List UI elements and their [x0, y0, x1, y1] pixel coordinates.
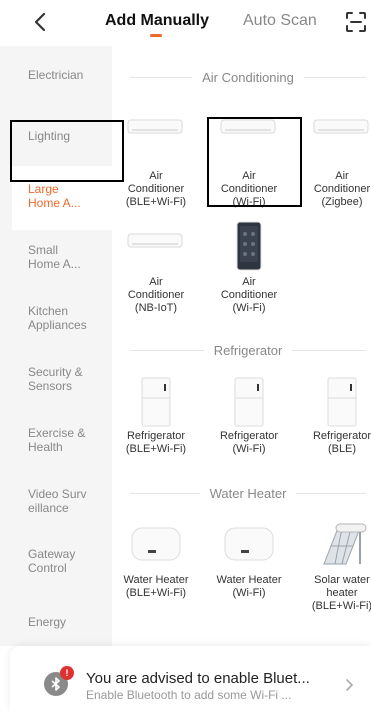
active-tab-indicator [150, 34, 162, 37]
device-refrigerator-ble-wifi[interactable]: Refrigerator (BLE+Wi-Fi) [112, 376, 200, 456]
air-conditioner-icon [112, 116, 200, 168]
sidebar-item-video-surveillance[interactable]: Video Surv eillance [28, 487, 112, 515]
chevron-left-icon [34, 12, 46, 32]
sidebar-item-large-home-appliances[interactable]: Large Home A... [28, 182, 112, 210]
selected-device-outline [207, 117, 302, 207]
device-label: Water Heater (BLE+Wi-Fi) [123, 574, 189, 599]
solar-water-heater-icon [298, 520, 371, 572]
device-water-heater-ble-wifi[interactable]: Water Heater (BLE+Wi-Fi) [112, 520, 200, 600]
device-air-conditioner-zigbee[interactable]: Air Conditioner (Zigbee) [298, 116, 371, 209]
section-header-water-heater: Water Heater [130, 485, 367, 501]
device-refrigerator-wifi[interactable]: Refrigerator (Wi-Fi) [205, 376, 293, 456]
water-heater-icon [112, 520, 200, 572]
sidebar-item-kitchen-appliances[interactable]: Kitchen Appliances [28, 304, 112, 332]
alert-badge: ! [60, 666, 74, 680]
device-label: Refrigerator (BLE+Wi-Fi) [125, 430, 187, 455]
chevron-right-icon [344, 678, 354, 691]
device-label: Water Heater (Wi-Fi) [216, 574, 282, 599]
banner-subtitle: Enable Bluetooth to add some Wi-Fi ... [86, 688, 292, 702]
banner-title: You are advised to enable Bluet... [86, 670, 310, 687]
sidebar-item-small-home-appliances[interactable]: Small Home A... [28, 243, 112, 271]
tab-auto-scan[interactable]: Auto Scan [243, 12, 317, 30]
divider [292, 349, 367, 351]
divider [130, 349, 204, 351]
back-button[interactable] [28, 8, 52, 36]
top-bar: Add Manually Auto Scan [0, 0, 371, 46]
device-air-conditioner-wifi-panel[interactable]: Air Conditioner (Wi-Fi) [205, 220, 293, 315]
device-label: Refrigerator (Wi-Fi) [219, 430, 279, 455]
water-heater-icon [205, 520, 293, 572]
section-title: Refrigerator [213, 342, 283, 358]
divider [296, 492, 367, 494]
device-label: Refrigerator (BLE) [312, 430, 371, 455]
air-conditioner-icon [298, 116, 371, 168]
device-solar-water-heater-ble-wifi[interactable]: Solar water heater (BLE+Wi-Fi) [298, 520, 371, 613]
device-label: Air Conditioner (Zigbee) [313, 170, 371, 208]
divider [303, 76, 366, 78]
sidebar-item-security-sensors[interactable]: Security & Sensors [28, 365, 112, 393]
sidebar-item-electrician[interactable]: Electrician [28, 68, 112, 82]
device-refrigerator-ble[interactable]: Refrigerator (BLE) [298, 376, 371, 456]
sidebar-item-energy[interactable]: Energy [28, 615, 112, 629]
section-header-air-conditioning: Air Conditioning [130, 69, 366, 85]
refrigerator-icon [112, 376, 200, 428]
scan-icon [346, 12, 366, 32]
selected-category-outline [10, 120, 124, 182]
device-label: Solar water heater (BLE+Wi-Fi) [311, 574, 371, 612]
ac-remote-panel-icon [205, 220, 293, 274]
device-water-heater-wifi[interactable]: Water Heater (Wi-Fi) [205, 520, 293, 600]
device-air-conditioner-nb-iot[interactable]: Air Conditioner (NB-IoT) [112, 232, 200, 315]
scan-button[interactable] [345, 11, 367, 33]
divider [130, 76, 193, 78]
section-header-refrigerator: Refrigerator [130, 342, 367, 358]
refrigerator-icon [205, 376, 293, 428]
bluetooth-banner[interactable]: ! You are advised to enable Bluet... Ena… [10, 646, 371, 711]
device-label: Air Conditioner (NB-IoT) [127, 276, 185, 314]
device-label: Air Conditioner (Wi-Fi) [220, 276, 278, 314]
divider [130, 492, 200, 494]
section-title: Air Conditioning [202, 69, 294, 85]
sidebar-item-exercise-health[interactable]: Exercise & Health [28, 426, 112, 454]
tab-add-manually[interactable]: Add Manually [105, 12, 209, 30]
refrigerator-icon [298, 376, 371, 428]
section-title: Water Heater [209, 485, 287, 501]
sidebar-item-gateway-control[interactable]: Gateway Control [28, 547, 112, 575]
air-conditioner-icon [112, 232, 200, 274]
device-label: Air Conditioner (BLE+Wi-Fi) [125, 170, 187, 208]
device-air-conditioner-ble-wifi[interactable]: Air Conditioner (BLE+Wi-Fi) [112, 116, 200, 209]
